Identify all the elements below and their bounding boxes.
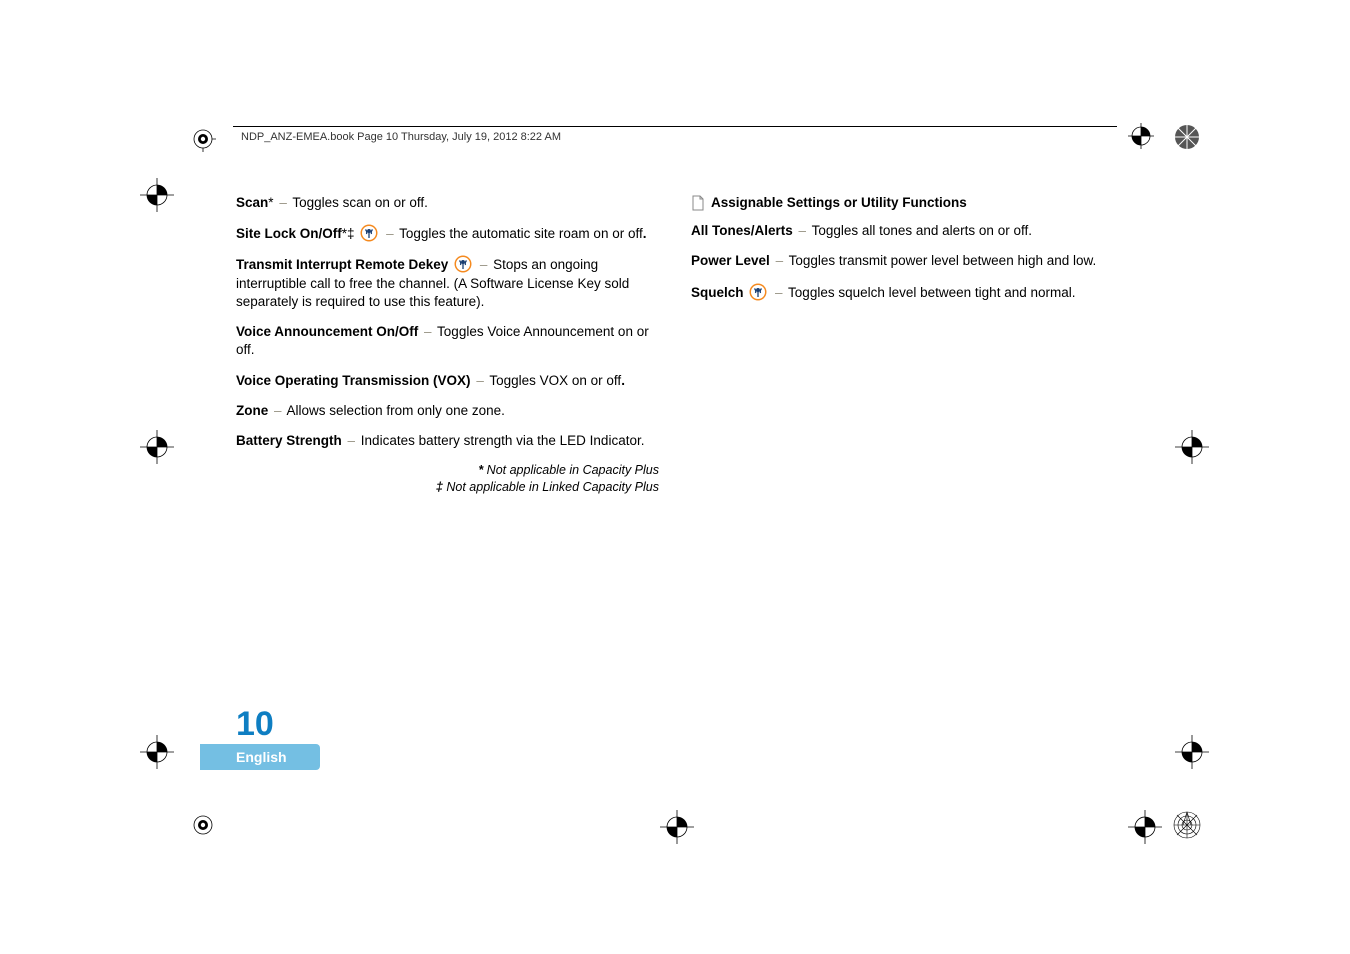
language-tab: English [200,744,320,770]
reg-mark-top-right-inner [1128,123,1154,149]
item-scan: Scan* – Toggles scan on or off. [236,194,659,212]
item-battery: Battery Strength – Indicates battery str… [236,432,659,450]
crosshair-right-lower [1175,735,1209,769]
item-transmit-interrupt: Transmit Interrupt Remote Dekey – Stops … [236,255,659,311]
item-squelch: Squelch – Toggles squelch level between … [691,283,1114,302]
radial-mark-top-right [1172,122,1202,152]
crosshair-left-mid [140,430,174,464]
antenna-icon [360,224,378,242]
page-number: 10 [236,705,274,744]
item-all-tones: All Tones/Alerts – Toggles all tones and… [691,222,1114,240]
reg-mark-bottom-left [190,812,216,838]
left-column: Scan* – Toggles scan on or off. Site Loc… [236,194,659,496]
item-power-level: Power Level – Toggles transmit power lev… [691,252,1114,270]
header-rule [233,126,1117,127]
radial-mark-bottom-right [1172,810,1202,840]
content-area: Scan* – Toggles scan on or off. Site Loc… [236,194,1114,496]
right-column: Assignable Settings or Utility Functions… [691,194,1114,496]
crosshair-right-mid [1175,430,1209,464]
header-text: NDP_ANZ-EMEA.book Page 10 Thursday, July… [241,131,561,143]
footnotes: * Not applicable in Capacity Plus ‡ Not … [236,462,659,496]
antenna-icon [749,283,767,301]
crosshair-bottom-right-inner [1128,810,1162,844]
section-title-text: Assignable Settings or Utility Functions [711,194,967,212]
item-zone: Zone – Allows selection from only one zo… [236,402,659,420]
item-voice-announce: Voice Announcement On/Off – Toggles Voic… [236,323,659,359]
reg-mark-top-left [190,126,216,152]
crosshair-left-upper [140,178,174,212]
antenna-icon [454,255,472,273]
crosshair-bottom-center [660,810,694,844]
item-vox: Voice Operating Transmission (VOX) – Tog… [236,372,659,390]
item-site-lock: Site Lock On/Off*‡ – Toggles the automat… [236,224,659,243]
page-icon [691,195,705,211]
crosshair-left-lower [140,735,174,769]
section-title: Assignable Settings or Utility Functions [691,194,1114,212]
